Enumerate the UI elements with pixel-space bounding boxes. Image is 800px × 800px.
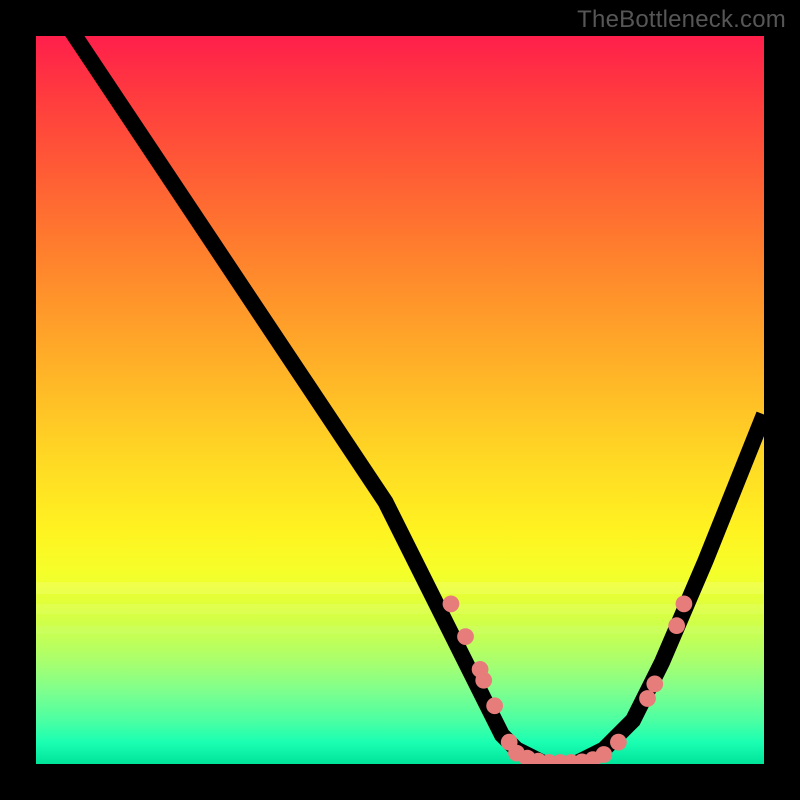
data-point [646, 676, 663, 693]
plot-area [36, 36, 764, 764]
data-point [668, 617, 685, 634]
data-point [595, 746, 612, 763]
data-point [486, 697, 503, 714]
watermark-text: TheBottleneck.com [577, 6, 786, 34]
data-point [676, 595, 693, 612]
chart-svg [36, 36, 764, 764]
data-point [457, 628, 474, 645]
bottleneck-curve [36, 36, 764, 764]
data-point [639, 690, 656, 707]
data-point [443, 595, 460, 612]
data-point [610, 734, 627, 751]
data-points [443, 595, 693, 764]
chart-container: TheBottleneck.com [0, 0, 800, 800]
data-point [475, 672, 492, 689]
